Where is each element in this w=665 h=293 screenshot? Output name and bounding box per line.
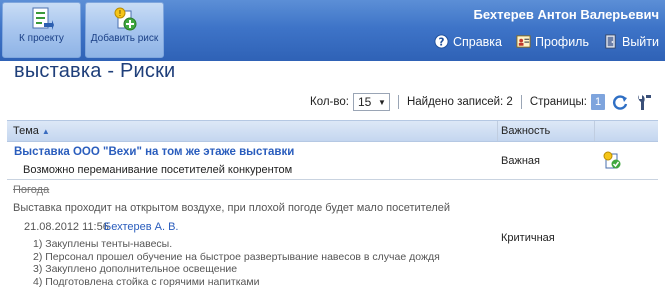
refresh-icon[interactable] xyxy=(611,93,629,111)
add-risk-label: Добавить риск xyxy=(90,33,159,44)
table-row: Погода Выставка проходит на открытом воз… xyxy=(7,181,658,293)
column-divider xyxy=(497,121,498,141)
column-header-importance[interactable]: Важность xyxy=(501,125,550,137)
column-divider xyxy=(594,121,595,141)
divider xyxy=(520,95,522,109)
risk-action-item: 1) Закуплены тенты-навесы. xyxy=(33,238,173,250)
profile-label: Профиль xyxy=(535,34,589,49)
header-bar: К проекту ! Добавить риск Бехтерев Антон… xyxy=(0,0,665,61)
risk-action-item: 2) Персонал прошел обучение на быстрое р… xyxy=(33,250,440,263)
page-number-current[interactable]: 1 xyxy=(591,94,605,110)
to-project-button[interactable]: К проекту xyxy=(2,2,81,58)
add-risk-button[interactable]: ! Добавить риск xyxy=(85,2,164,58)
help-label: Справка xyxy=(452,34,503,49)
risk-importance: Критичная xyxy=(501,232,555,244)
risk-date: 21.08.2012 11:56 xyxy=(24,221,109,233)
count-select[interactable]: 15 ▼ xyxy=(352,93,390,111)
risk-title[interactable]: Погода xyxy=(13,184,49,196)
risk-importance: Важная xyxy=(501,155,540,167)
count-value: 15 xyxy=(357,95,372,109)
column-header-topic[interactable]: Тема ▲ xyxy=(13,125,50,137)
risk-approved-icon[interactable] xyxy=(603,151,621,169)
to-project-label: К проекту xyxy=(19,33,64,44)
risk-title-link[interactable]: Выставка ООО "Вехи" на том же этаже выст… xyxy=(14,146,294,158)
help-icon: ? xyxy=(434,34,449,49)
svg-text:?: ? xyxy=(438,36,444,48)
add-risk-icon: ! xyxy=(114,7,136,31)
help-link[interactable]: ? Справка xyxy=(434,34,502,49)
logout-icon xyxy=(605,34,616,49)
project-icon xyxy=(32,7,54,30)
risk-description: Возможно переманивание посетителей конку… xyxy=(23,164,293,176)
risk-author-link[interactable]: Бехтерев А. В. xyxy=(104,221,178,233)
logout-link[interactable]: Выйти xyxy=(603,34,659,49)
risk-action-item: 3) Закуплено дополнительное освещение xyxy=(33,263,238,275)
count-label: Кол-во: xyxy=(310,96,349,108)
settings-wrench-icon[interactable] xyxy=(635,93,653,111)
pages-label: Страницы: xyxy=(529,96,587,108)
risk-description: Выставка проходит на открытом воздухе, п… xyxy=(13,202,451,214)
logout-label: Выйти xyxy=(621,34,659,49)
sort-asc-icon: ▲ xyxy=(41,127,50,136)
risk-actions-list: 1) Закуплены тенты-навесы. 2) Персонал п… xyxy=(33,238,440,288)
page-title: выставка - Риски xyxy=(14,60,176,82)
svg-text:!: ! xyxy=(118,9,121,18)
user-name: Бехтерев Антон Валерьевич xyxy=(473,7,659,22)
table-row: Выставка ООО "Вехи" на том же этаже выст… xyxy=(7,142,658,180)
column-topic-label: Тема xyxy=(13,125,39,137)
divider xyxy=(397,95,399,109)
table-header: Тема ▲ Важность xyxy=(7,120,658,142)
records-found: Найдено записей: 2 xyxy=(406,96,513,108)
top-links: ? Справка Профиль Выйти xyxy=(434,34,659,49)
pager-bar: Кол-во: 15 ▼ Найдено записей: 2 Страницы… xyxy=(310,92,653,112)
profile-link[interactable]: Профиль xyxy=(516,34,589,49)
risk-action-item: 4) Подготовлена стойка с горячими напитк… xyxy=(33,275,260,288)
profile-icon xyxy=(516,35,531,48)
chevron-down-icon: ▼ xyxy=(378,97,386,107)
